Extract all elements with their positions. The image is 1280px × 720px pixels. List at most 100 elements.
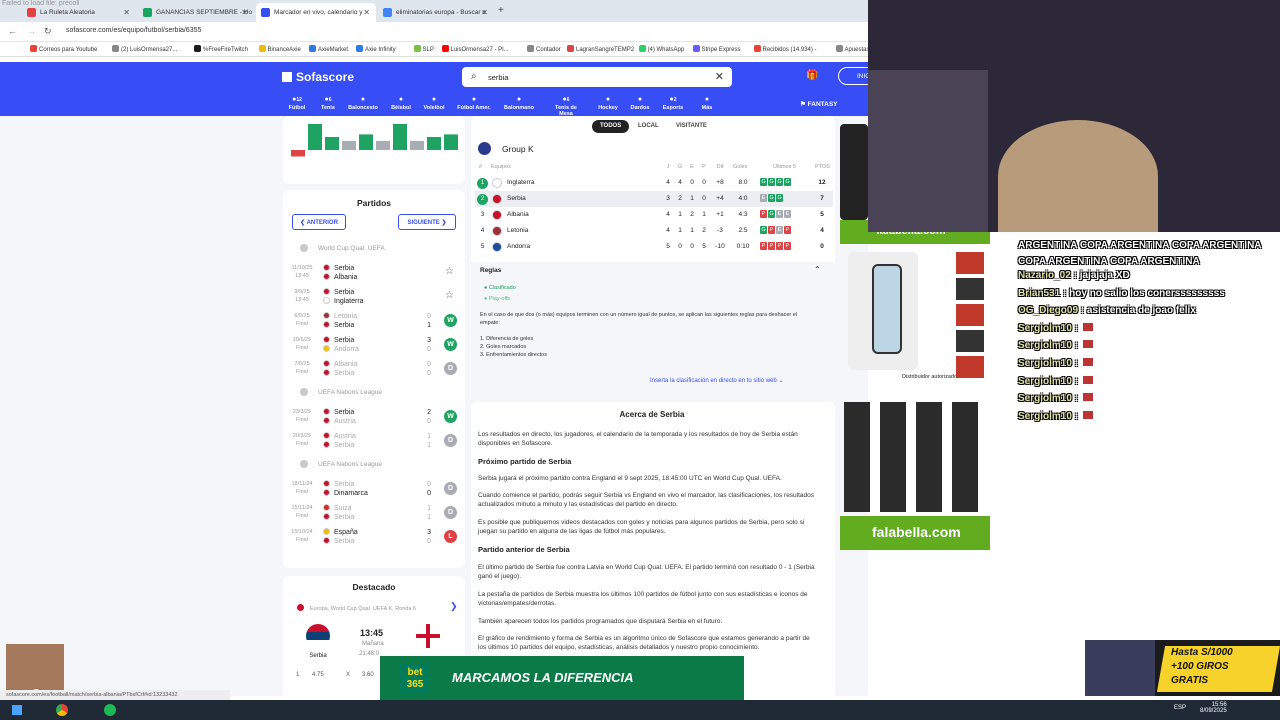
- star-icon[interactable]: ☆: [445, 266, 454, 277]
- sport-tab[interactable]: ● Dardos: [623, 96, 657, 111]
- sport-tab[interactable]: ●6 Tenis de Mesa: [549, 96, 583, 117]
- standings-row[interactable]: 2 Serbia 3 2 1 0 +4 4:0 E G G 7: [475, 191, 833, 207]
- clock[interactable]: 15:56 8/09/2025: [1200, 702, 1227, 714]
- chevron-up-icon[interactable]: ⌃: [814, 265, 821, 274]
- start-icon[interactable]: [12, 705, 22, 715]
- match-row[interactable]: 6/9/25 Final Letonia Serbia 0 1 W: [285, 310, 465, 334]
- browser-tab[interactable]: La Ruleta Aleatoria ✕: [22, 3, 136, 22]
- match-row[interactable]: 7/6/25 Final Albania Serbia 0 0 D: [285, 358, 465, 382]
- sport-tab[interactable]: ●2 Esports: [656, 96, 690, 111]
- clear-search-icon[interactable]: ✕: [715, 70, 724, 83]
- flag-icon: [323, 417, 330, 424]
- flag-icon: [323, 369, 330, 376]
- sport-tab[interactable]: ● Más: [690, 96, 724, 111]
- match-row[interactable]: 20/3/25 Final Austria Serbia 1 1 D: [285, 430, 465, 454]
- sport-tab[interactable]: ●12 Fútbol: [280, 96, 314, 111]
- legend-playoffs: ● Play-offs: [484, 296, 511, 302]
- sofascore-logo[interactable]: Sofascore: [282, 70, 354, 84]
- tab-todos[interactable]: TODOS: [592, 120, 630, 133]
- bookmark-item[interactable]: Correos para Youtube: [30, 45, 97, 53]
- sport-tab[interactable]: ● Hockey: [591, 96, 625, 111]
- standings-row[interactable]: 5 Andorra 5 0 0 5 -10 0:10 P P P P 0: [475, 239, 833, 255]
- bookmark-item[interactable]: SLP: [413, 45, 434, 53]
- sport-tab[interactable]: ● Balonmano: [502, 96, 536, 111]
- browser-tab-active[interactable]: Marcador en vivo, calendario y ✕: [256, 3, 376, 22]
- match-row[interactable]: 11/10/25 13:45 Serbia Albania ☆: [285, 262, 465, 286]
- bookmark-item[interactable]: Contador: [527, 45, 561, 53]
- url-field[interactable]: sofascore.com/es/equipo/futbol/serbia/63…: [66, 27, 201, 34]
- browser-tab[interactable]: eliminatorias europa - Buscar c ✕: [378, 3, 494, 22]
- product-thumbnails: [956, 252, 984, 382]
- bookmark-item[interactable]: LagranSangreTEMP2: [567, 45, 634, 53]
- form-badge: P: [784, 226, 791, 234]
- match-row[interactable]: 23/3/25 Final Serbia Austria 2 0 W: [285, 406, 465, 430]
- competition-header: UEFA Nations League: [300, 460, 382, 468]
- embed-link[interactable]: Inserta la clasificación en directo en t…: [650, 377, 783, 384]
- search-box[interactable]: ⌕ serbia ✕: [462, 67, 732, 87]
- flag-icon: [323, 480, 330, 487]
- promo-banner[interactable]: Hasta S/1000 +100 GIROS GRATIS: [1085, 640, 1280, 696]
- fantasy-link[interactable]: ⚑ FANTASY: [800, 100, 838, 108]
- sport-tab[interactable]: ●6 Tenis: [311, 96, 345, 111]
- form-bar: [342, 140, 356, 150]
- search-input[interactable]: serbia: [488, 73, 508, 82]
- forward-icon[interactable]: →: [27, 26, 36, 36]
- team-form-chart: [291, 124, 458, 157]
- match-row[interactable]: 9/9/25 13:45 Serbia Inglaterra ☆: [285, 286, 465, 310]
- match-row[interactable]: 10/6/25 Final Serbia Andorra 3 0 W: [285, 334, 465, 358]
- team-name: Serbia: [507, 195, 526, 202]
- chevron-right-icon[interactable]: ❯: [450, 601, 458, 612]
- bookmark-item[interactable]: (2) LuisOrmensa27...: [112, 45, 177, 53]
- sport-icon: ●: [637, 96, 643, 103]
- featured-home-team: Serbia: [309, 653, 327, 659]
- close-icon[interactable]: ✕: [481, 8, 488, 17]
- star-icon[interactable]: ☆: [445, 290, 454, 301]
- featured-competition[interactable]: Europa, World Cup Qual. UEFA K, Ronda 6: [297, 604, 416, 612]
- match-row[interactable]: 15/11/24 Final Suiza Serbia 1 1 D: [285, 502, 465, 526]
- language-indicator[interactable]: ESP: [1174, 705, 1186, 711]
- bookmark-item[interactable]: (4) WhatsApp: [638, 45, 684, 53]
- taskbar: ESP 15:56 8/09/2025: [0, 700, 1280, 720]
- tab-local[interactable]: LOCAL: [630, 120, 667, 133]
- bookmark-item[interactable]: AxieMarket: [309, 45, 348, 53]
- bet365-banner[interactable]: bet 365 MARCAMOS LA DIFERENCIA: [380, 656, 744, 700]
- sport-tab[interactable]: ● Voleibol: [417, 96, 451, 111]
- match-row[interactable]: 15/10/24 Final España Serbia 3 0 L: [285, 526, 465, 550]
- standings-row[interactable]: 4 Letonia 4 1 1 2 -3 2:5 G P E P 4: [475, 223, 833, 239]
- sport-tab[interactable]: ● Fútbol Amer.: [457, 96, 491, 111]
- bookmark-item[interactable]: %FreeFireTwitch: [194, 45, 248, 53]
- search-icon: ⌕: [471, 71, 477, 82]
- match-date: 6/9/25 Final: [294, 313, 310, 327]
- bookmark-item[interactable]: BinanceAxie: [258, 45, 301, 53]
- match-row[interactable]: 18/11/24 Final Serbia Dinamarca 0 0 D: [285, 478, 465, 502]
- promo-image: [1085, 640, 1155, 696]
- standings-row[interactable]: 1 Inglaterra 4 4 0 0 +8 8:0 G G G G 12: [475, 175, 833, 191]
- team-name: Letonia: [507, 227, 529, 234]
- next-button[interactable]: SIGUIENTE ❯: [398, 214, 456, 230]
- bookmark-item[interactable]: Stripe Express: [692, 45, 741, 53]
- close-icon[interactable]: ✕: [363, 8, 370, 17]
- form-bar: [359, 134, 373, 150]
- flag-icon: [323, 264, 330, 271]
- bookmark-item[interactable]: Axie Infinity: [356, 45, 396, 53]
- spotify-icon[interactable]: [104, 704, 116, 716]
- reload-icon[interactable]: ↻: [44, 26, 52, 37]
- new-tab-icon[interactable]: +: [498, 5, 504, 16]
- result-badge: W: [444, 410, 457, 423]
- about-paragraph: También aparecen todos los partidos prog…: [478, 618, 723, 625]
- close-icon[interactable]: ✕: [123, 8, 130, 17]
- tab-visitante[interactable]: VISITANTE: [668, 120, 715, 133]
- previous-button[interactable]: ❮ ANTERIOR: [292, 214, 346, 230]
- close-icon[interactable]: ✕: [241, 8, 248, 17]
- chrome-icon[interactable]: [56, 704, 68, 716]
- sport-tab[interactable]: ● Béisbol: [384, 96, 418, 111]
- chat-user: Sergiolm10: [1018, 322, 1072, 334]
- gift-icon[interactable]: 🎁: [806, 70, 818, 81]
- bookmark-item[interactable]: Recibidos (14.934) -: [753, 45, 817, 53]
- bookmark-item[interactable]: LuisOrmensa27 - Pl...: [441, 45, 509, 53]
- standings-row[interactable]: 3 Albania 4 1 2 1 +1 4:3 P G E E 5: [475, 207, 833, 223]
- back-icon[interactable]: ←: [8, 26, 17, 36]
- browser-tab[interactable]: GANANCIAS SEPTIEMBRE - Ho ✕: [138, 3, 254, 22]
- chat-message: Sergiolm10 :: [1018, 410, 1093, 422]
- sport-tab[interactable]: ● Baloncesto: [346, 96, 380, 111]
